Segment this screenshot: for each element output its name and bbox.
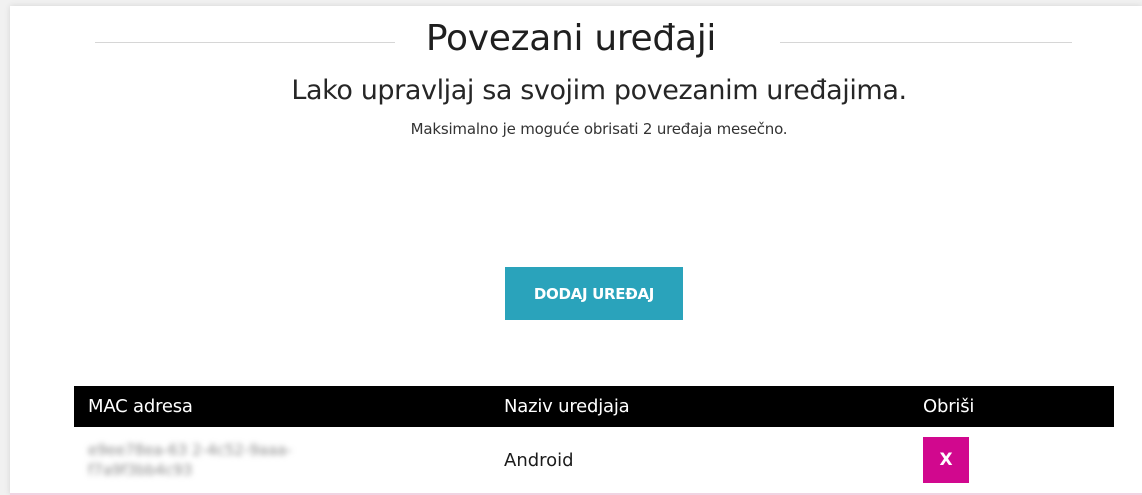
devices-table: MAC adresa Naziv uredjaja Obriši e9ee78e…: [74, 386, 1114, 493]
mac-address-value: e9ee78ea-63 2-4c52-9aaa-f7a9f3bb4c93: [88, 441, 292, 479]
page-title: Povezani uređaji: [425, 18, 717, 59]
delete-cell: X: [909, 427, 1114, 493]
column-header-delete: Obriši: [909, 386, 1114, 427]
delete-limit-note: Maksimalno je moguće obrisati 2 uređaja …: [410, 120, 788, 138]
page-subtitle: Lako upravljaj sa svojim povezanim uređa…: [291, 75, 907, 106]
mac-address-cell: e9ee78ea-63 2-4c52-9aaa-f7a9f3bb4c93: [74, 427, 490, 493]
table-row: e9ee78ea-63 2-4c52-9aaa-f7a9f3bb4c93 And…: [74, 427, 1114, 493]
table-header-row: MAC adresa Naziv uredjaja Obriši: [74, 386, 1114, 427]
column-header-device-name: Naziv uredjaja: [490, 386, 909, 427]
add-device-button[interactable]: DODAJ UREĐAJ: [505, 267, 683, 320]
delete-device-button[interactable]: X: [923, 437, 969, 483]
column-header-mac: MAC adresa: [74, 386, 490, 427]
device-name-cell: Android: [504, 449, 574, 471]
